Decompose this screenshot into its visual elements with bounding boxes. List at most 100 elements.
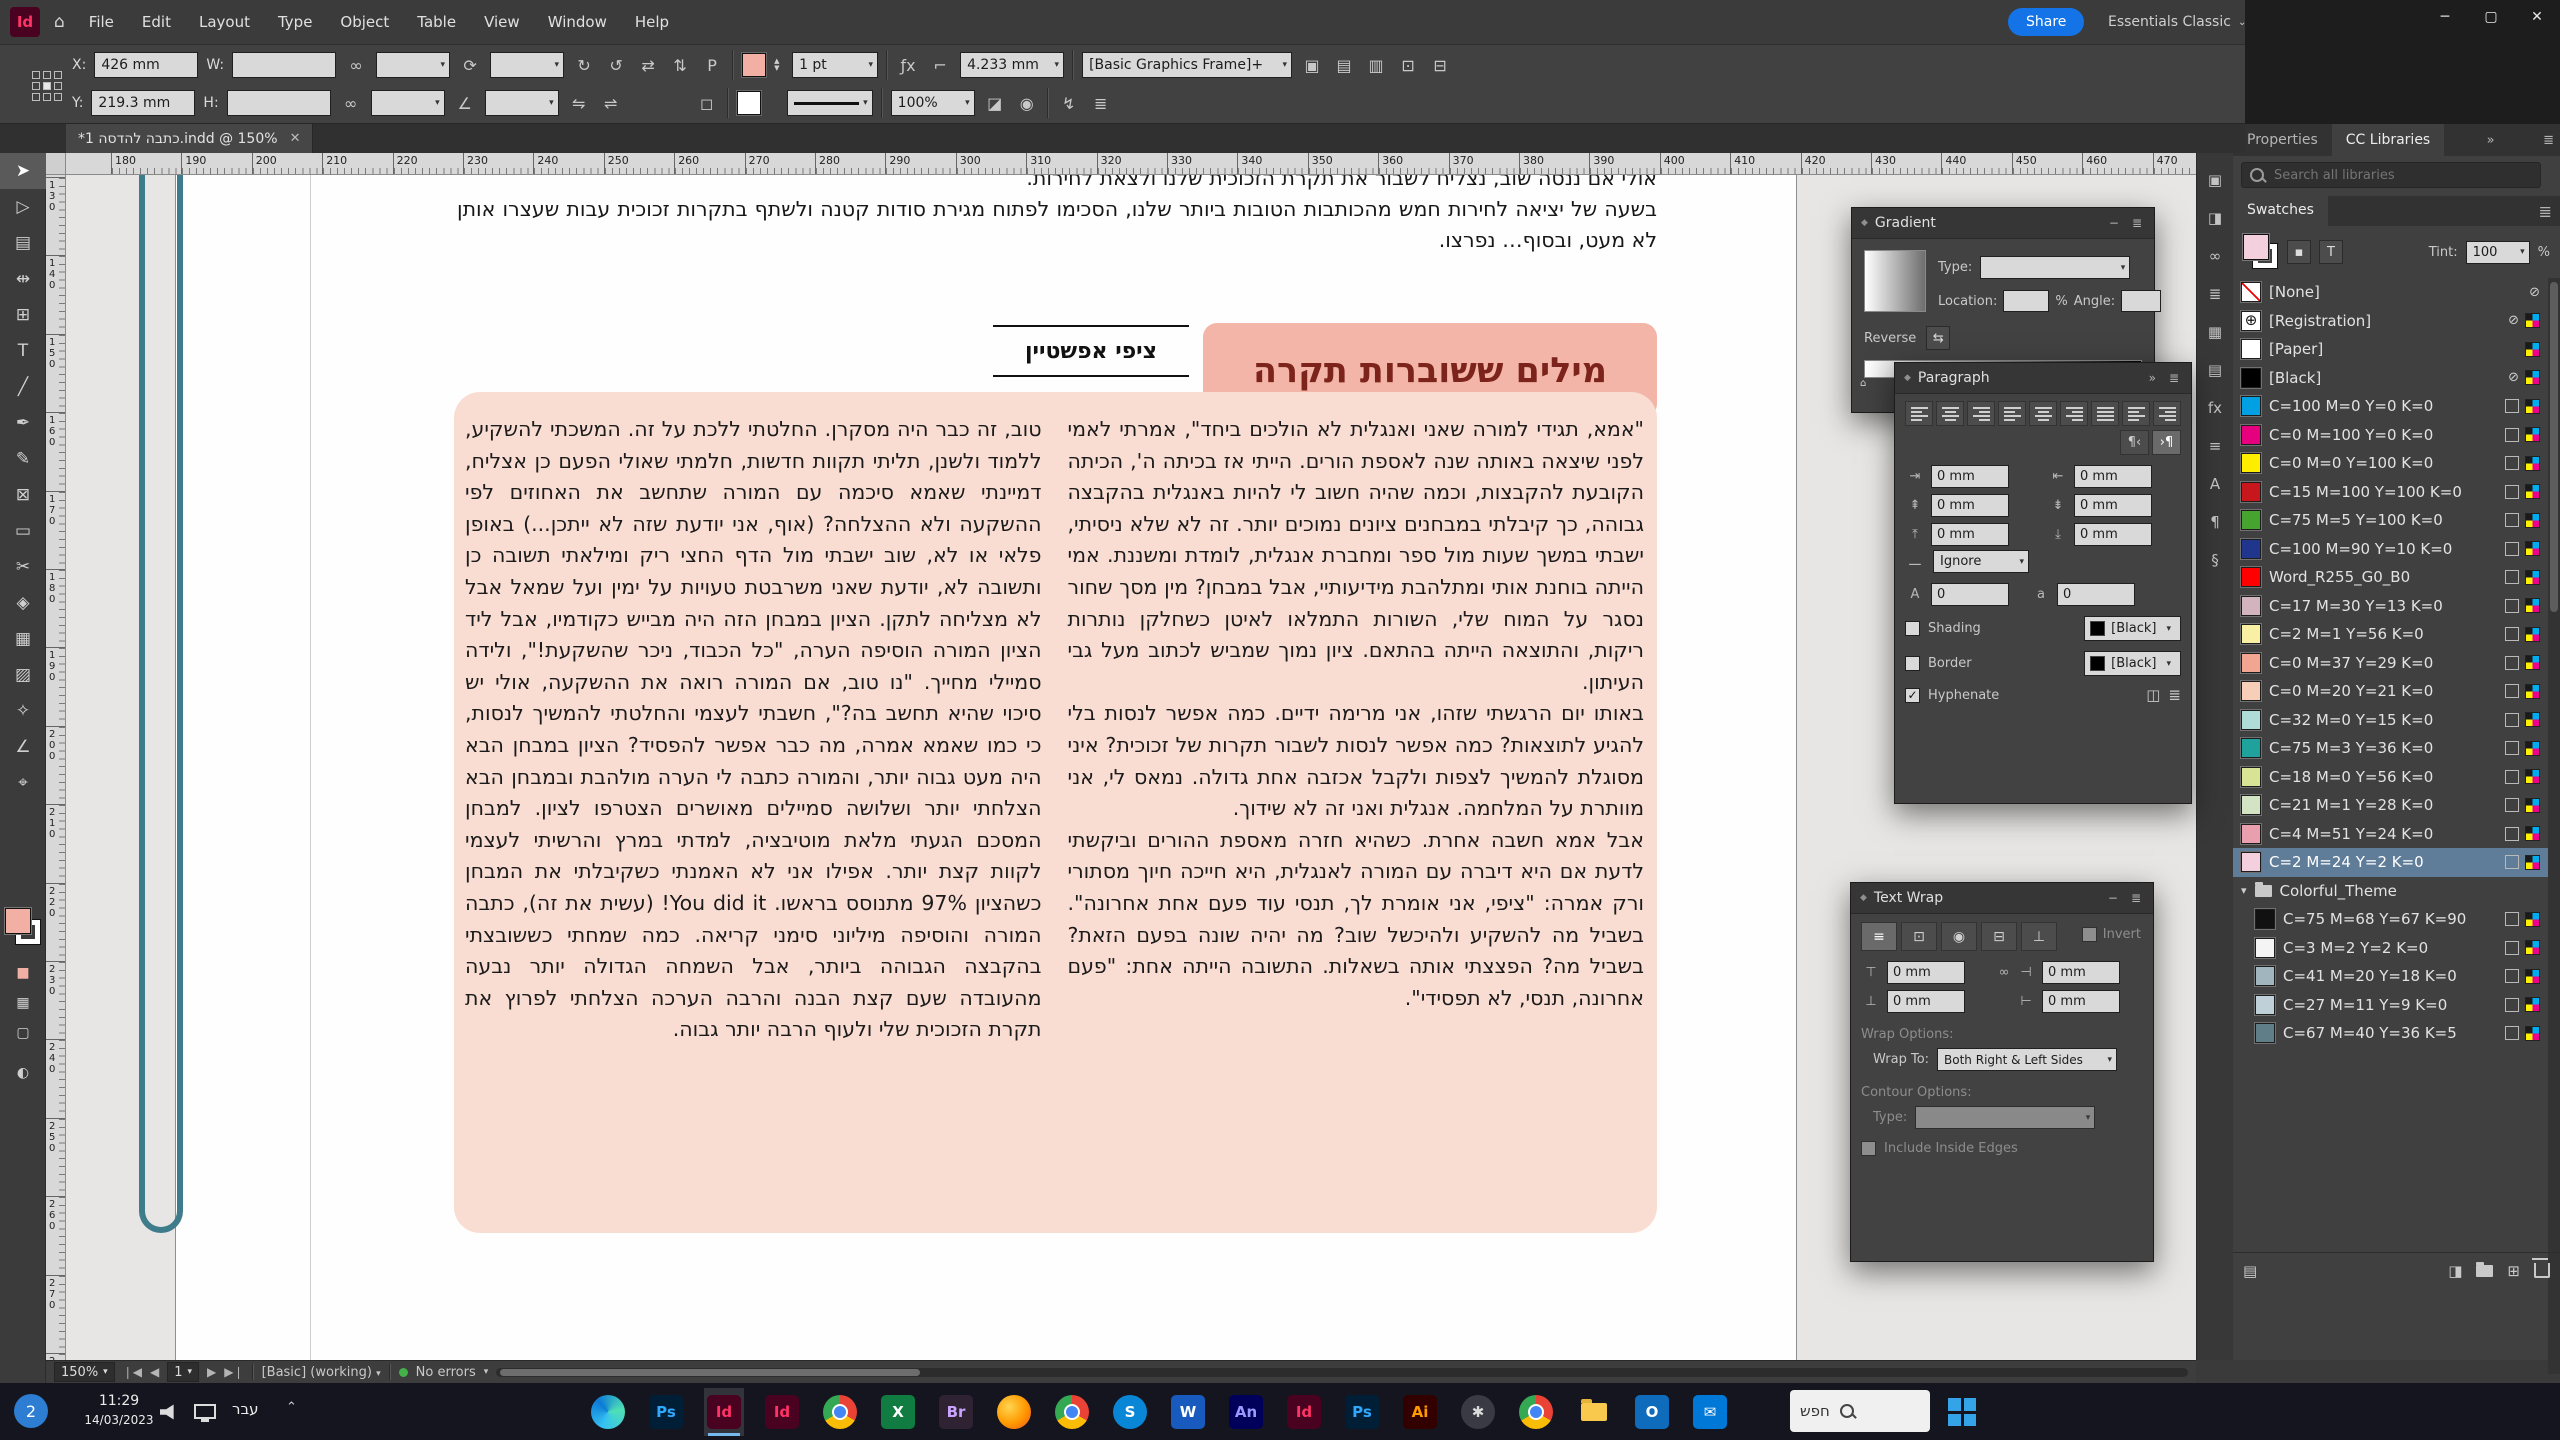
next-page-button[interactable]: ▶ <box>207 1365 216 1379</box>
height-field[interactable] <box>227 90 331 116</box>
character-styles-panel-icon[interactable]: A <box>2200 472 2230 496</box>
taskbar-app-animate[interactable]: An <box>1226 1388 1266 1436</box>
menu-table[interactable]: Table <box>403 0 470 44</box>
horizontal-scrollbar-thumb[interactable] <box>500 1369 920 1376</box>
stroke-color-chip[interactable] <box>742 53 766 77</box>
swatch-row[interactable]: C=100 M=0 Y=0 K=0 <box>2233 392 2548 421</box>
swatch-group-row[interactable]: ▾Colorful_Theme <box>2233 877 2548 906</box>
tab-swatches[interactable]: Swatches <box>2233 194 2328 226</box>
rtl-paragraph-direction-button[interactable]: ›¶ <box>2152 430 2181 455</box>
gradient-angle-field[interactable] <box>2121 290 2161 312</box>
y-position-field[interactable] <box>91 90 195 116</box>
flip-icons-secondary[interactable]: ⇋ <box>567 94 591 113</box>
swatches-scrollbar-thumb[interactable] <box>2550 282 2558 612</box>
select-container-button[interactable]: P <box>700 56 724 75</box>
free-transform-tool[interactable]: ◈ <box>0 585 46 621</box>
new-color-group-icon[interactable] <box>2476 1265 2493 1277</box>
swatch-row[interactable]: C=75 M=5 Y=100 K=0 <box>2233 506 2548 535</box>
align-justify-right-button[interactable] <box>2060 401 2088 426</box>
swatch-row[interactable]: C=100 M=90 Y=10 K=0 <box>2233 535 2548 564</box>
maximize-button[interactable]: ▢ <box>2468 0 2514 34</box>
constrain-proportions-icon[interactable]: ∞ <box>344 56 368 75</box>
gradient-stop-icon[interactable]: ⌂ <box>1860 378 1866 389</box>
text-wrap-collapse-icon[interactable]: − <box>2105 891 2121 905</box>
object-style-combo[interactable]: [Basic Graphics Frame]+▾ <box>1082 52 1292 78</box>
rotation-angle-combo[interactable]: ▾ <box>490 52 564 78</box>
scissors-tool[interactable]: ✂ <box>0 549 46 585</box>
gradient-reverse-button[interactable]: ⇆ <box>1926 326 1950 350</box>
swatch-row[interactable]: C=0 M=0 Y=100 K=0 <box>2233 449 2548 478</box>
taskbar-app-word[interactable]: W <box>1168 1388 1208 1436</box>
close-tab-icon[interactable]: ✕ <box>290 131 301 146</box>
rectangle-frame-tool[interactable]: ⊠ <box>0 477 46 513</box>
preflight-status-text[interactable]: No errors <box>416 1365 476 1380</box>
selection-tool[interactable]: ➤ <box>0 153 46 189</box>
menu-help[interactable]: Help <box>621 0 683 44</box>
wrap-bounding-box-button[interactable]: ▤ <box>1332 56 1356 75</box>
wrap-bounding-box-button[interactable]: ⊡ <box>1901 922 1937 951</box>
border-checkbox[interactable] <box>1905 656 1920 671</box>
flip-vertical-button[interactable]: ⇅ <box>668 56 692 75</box>
taskbar-app-illustrator[interactable]: Ai <box>1400 1388 1440 1436</box>
align-left-button[interactable] <box>1905 401 1933 426</box>
fit-frame-button[interactable]: ⊟ <box>1428 56 1452 75</box>
eyedropper-tool[interactable]: ✧ <box>0 693 46 729</box>
new-swatch-icon[interactable]: ⊞ <box>2507 1262 2520 1280</box>
screen-mode-button[interactable]: ◐ <box>0 1058 46 1088</box>
border-color-combo[interactable]: [Black]▾ <box>2084 651 2181 676</box>
swatches-scrollbar[interactable] <box>2548 278 2560 1374</box>
effects-panel-icon[interactable]: fx <box>2200 396 2230 420</box>
swatch-row[interactable]: C=75 M=68 Y=67 K=90 <box>2233 905 2548 934</box>
swatch-row[interactable]: C=0 M=100 Y=0 K=0 <box>2233 421 2548 450</box>
measure-tool[interactable]: ∠ <box>0 729 46 765</box>
windows-start-button[interactable] <box>1948 1398 1976 1426</box>
align-justify-center-button[interactable] <box>2029 401 2057 426</box>
swatch-row[interactable]: C=21 M=1 Y=28 K=0 <box>2233 791 2548 820</box>
show-swatch-kinds-icon[interactable]: ▤ <box>2243 1262 2257 1280</box>
rotate-ccw-button[interactable]: ↺ <box>604 56 628 75</box>
home-icon[interactable]: ⌂ <box>54 12 65 32</box>
paragraph-footer-icon-2[interactable]: ≣ <box>2168 686 2181 704</box>
display-icon[interactable] <box>194 1404 216 1419</box>
tab-cc-libraries[interactable]: CC Libraries <box>2332 124 2444 156</box>
kashida-combo[interactable]: Ignore▾ <box>1933 550 2029 573</box>
gap-tool[interactable]: ⇹ <box>0 261 46 297</box>
apply-color-button[interactable]: ■ <box>0 958 46 988</box>
paragraph-panel-header[interactable]: ◆ Paragraph » ≣ <box>1895 363 2191 394</box>
invert-checkbox[interactable] <box>2082 927 2097 942</box>
stroke-weight-stepper[interactable]: ▲▼ <box>774 58 784 72</box>
hidden-icons-chevron[interactable]: ⌃ <box>286 1400 297 1415</box>
swatch-row[interactable]: C=4 M=51 Y=24 K=0 <box>2233 820 2548 849</box>
tint-combo[interactable]: 100▾ <box>2466 241 2530 264</box>
zoom-tool[interactable]: ⌖ <box>0 765 46 801</box>
gradient-location-field[interactable] <box>2003 290 2049 312</box>
gradient-panel-header[interactable]: ◆ Gradient − ≣ <box>1852 208 2154 239</box>
gradient-collapse-icon[interactable]: − <box>2106 216 2122 230</box>
document-tab[interactable]: *1 כתבה להדסה.indd @ 150% ✕ <box>66 124 313 153</box>
formatting-affects-container-button[interactable]: ▪ <box>2287 240 2311 264</box>
taskbar-app-photoshop-2[interactable]: Ps <box>1342 1388 1382 1436</box>
menu-file[interactable]: File <box>75 0 128 44</box>
swatch-row[interactable]: C=18 M=0 Y=56 K=0 <box>2233 763 2548 792</box>
offset-input-3[interactable] <box>1887 990 1965 1013</box>
caret-down-icon[interactable]: ▾ <box>2241 884 2247 897</box>
hyphenate-checkbox[interactable]: ✓ <box>1905 688 1920 703</box>
ruler-origin-corner[interactable] <box>46 153 66 175</box>
taskbar-app-indesign-3[interactable]: Id <box>1284 1388 1324 1436</box>
language-indicator[interactable]: עבר <box>232 1400 259 1418</box>
gradient-tool[interactable]: ▦ <box>0 621 46 657</box>
links-panel-icon[interactable]: ∞ <box>2200 244 2230 268</box>
rectangle-tool[interactable]: ▭ <box>0 513 46 549</box>
include-inside-edges-checkbox[interactable] <box>1861 1141 1876 1156</box>
pages-panel-icon[interactable]: ▣ <box>2200 168 2230 192</box>
text-wrap-menu-icon[interactable]: ≣ <box>2128 891 2144 905</box>
flip-horizontal-button[interactable]: ⇄ <box>636 56 660 75</box>
drop-shadow-icon[interactable]: ◪ <box>983 94 1007 113</box>
swatch-row[interactable]: C=15 M=100 Y=100 K=0 <box>2233 478 2548 507</box>
wrap-jump-object-button[interactable]: ⊟ <box>1981 922 2017 951</box>
pencil-tool[interactable]: ✎ <box>0 441 46 477</box>
gradient-preview[interactable] <box>1864 250 1926 312</box>
align-away-spine-button[interactable] <box>2153 401 2181 426</box>
stroke-weight-combo[interactable]: 1 pt▾ <box>792 52 878 78</box>
taskbar-search-box[interactable]: חפש <box>1790 1390 1930 1432</box>
